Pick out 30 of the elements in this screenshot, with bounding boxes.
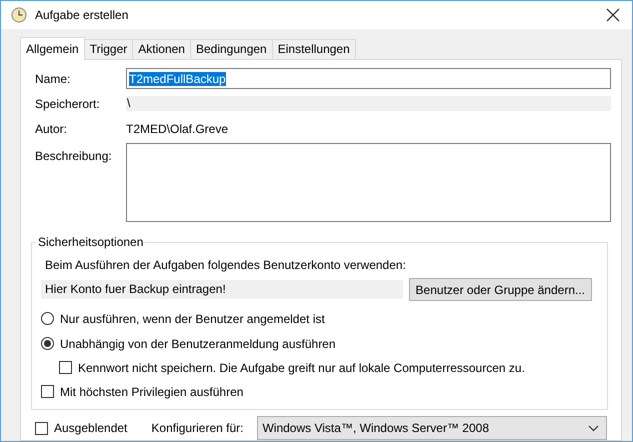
configure-dropdown[interactable]: Windows Vista™, Windows Server™ 2008	[257, 416, 607, 440]
close-icon[interactable]	[606, 8, 620, 22]
field-label: Beschreibung:	[35, 148, 113, 163]
field-label: Name:	[35, 72, 72, 86]
account-field: Hier Konto fuer Backup eintragen!	[41, 280, 403, 299]
option-label: Ausgeblendet	[54, 421, 128, 435]
location-field: \	[126, 96, 611, 111]
account-prompt: Beim Ausführen der Aufgaben folgendes Benutzerkonto verwenden:	[45, 258, 407, 272]
configure-label: Konfigurieren für:	[151, 421, 244, 435]
radio-button[interactable]	[41, 312, 54, 325]
option-label: Mit höchsten Privilegien ausführen	[60, 384, 244, 398]
author-value: T2MED\Olaf.Greve	[126, 122, 228, 136]
tab[interactable]: Allgemein	[20, 37, 85, 60]
clock-icon	[11, 7, 27, 23]
change-user-button[interactable]: Benutzer oder Gruppe ändern...	[408, 278, 592, 301]
tab[interactable]: Einstellungen	[272, 39, 356, 59]
field-label: Speicherort:	[35, 96, 101, 110]
radio-button[interactable]	[41, 337, 54, 350]
checkbox[interactable]	[59, 361, 72, 374]
name-field[interactable]: T2medFullBackup	[126, 68, 611, 89]
option-label: Nur ausführen, wenn der Benutzer angemeldet ist	[60, 312, 325, 326]
description-field[interactable]	[126, 143, 611, 222]
option-label: Kennwort nicht speichern. Die Aufgabe greift nur auf lokale Computerressourcen zu.	[78, 360, 525, 374]
option-label: Unabhängig von der Benutzeranmeldung ausführen	[60, 336, 336, 350]
chevron-down-icon	[588, 424, 599, 432]
group-title: Sicherheitsoptionen	[36, 235, 146, 249]
checkbox[interactable]	[41, 385, 54, 398]
checkbox[interactable]	[35, 422, 48, 434]
window-title: Aufgabe erstellen	[35, 8, 130, 22]
field-label: Autor:	[35, 122, 68, 136]
